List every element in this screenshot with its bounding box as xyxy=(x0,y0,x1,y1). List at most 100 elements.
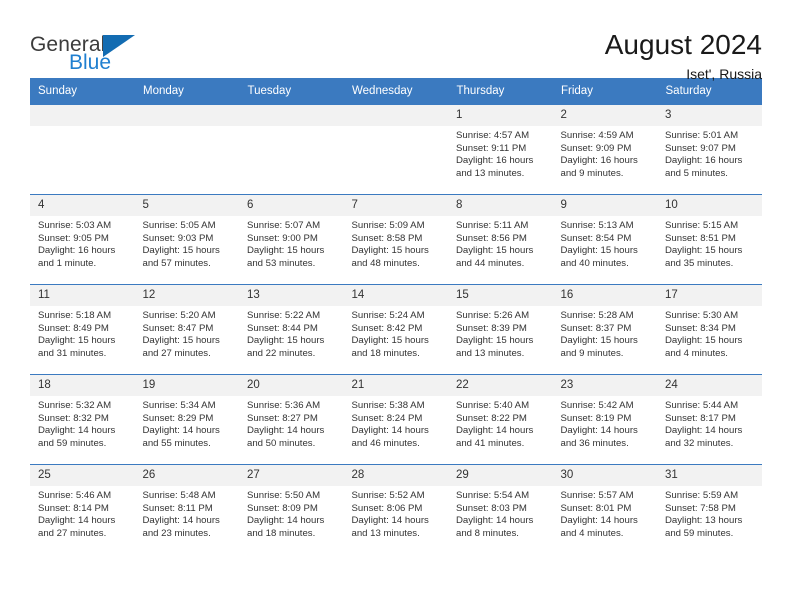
calendar-week-row: 25 Sunrise: 5:46 AM Sunset: 8:14 PM Dayligh… xyxy=(30,464,762,555)
day-details: Sunrise: 5:36 AM Sunset: 8:27 PM Daylight:… xyxy=(239,396,344,450)
calendar-day-cell[interactable]: 18 Sunrise: 5:32 AM Sunset: 8:32 PM Dayligh… xyxy=(30,374,135,465)
daylight-text-line2: and 35 minutes. xyxy=(665,257,734,269)
daylight-text-line1: Daylight: 15 hours xyxy=(456,245,534,257)
calendar-day-cell[interactable]: 17 Sunrise: 5:30 AM Sunset: 8:34 PM Dayligh… xyxy=(657,284,762,375)
sunrise-text: Sunrise: 5:01 AM xyxy=(665,130,739,141)
calendar-day-cell[interactable]: 7 Sunrise: 5:09 AM Sunset: 8:58 PM Daylight… xyxy=(343,194,449,285)
day-details: Sunrise: 5:34 AM Sunset: 8:29 PM Daylight:… xyxy=(135,396,240,450)
daylight-text-line2: and 23 minutes. xyxy=(142,527,211,539)
day-details: Sunrise: 5:30 AM Sunset: 8:34 PM Daylight:… xyxy=(657,306,762,360)
calendar-day-cell[interactable]: 11 Sunrise: 5:18 AM Sunset: 8:49 PM Dayligh… xyxy=(30,284,135,375)
calendar-day-cell[interactable]: 3 Sunrise: 5:01 AM Sunset: 9:07 PM Daylight… xyxy=(657,104,762,195)
day-number xyxy=(239,105,344,126)
sunset-text: Sunset: 8:56 PM xyxy=(456,232,527,244)
sunset-text: Sunset: 8:17 PM xyxy=(665,412,736,424)
sunset-text: Sunset: 8:03 PM xyxy=(456,502,527,514)
calendar-day-cell[interactable]: 13 Sunrise: 5:22 AM Sunset: 8:44 PM Dayligh… xyxy=(239,284,344,375)
daylight-text-line1: Daylight: 14 hours xyxy=(38,425,116,437)
page-title: August 2024 xyxy=(604,29,762,60)
sunset-text: Sunset: 9:03 PM xyxy=(142,232,214,244)
sunrise-text: Sunrise: 4:57 AM xyxy=(456,130,530,141)
daylight-text-line1: Daylight: 16 hours xyxy=(38,245,116,257)
calendar-day-cell[interactable]: 10 Sunrise: 5:15 AM Sunset: 8:51 PM Dayligh… xyxy=(657,194,762,285)
calendar-day-cell[interactable]: 29 Sunrise: 5:54 AM Sunset: 8:03 PM Dayligh… xyxy=(448,464,553,555)
calendar-day-cell[interactable]: 5 Sunrise: 5:05 AM Sunset: 9:03 PM Daylight… xyxy=(134,194,239,285)
calendar-day-cell[interactable]: 28 Sunrise: 5:52 AM Sunset: 8:06 PM Dayligh… xyxy=(343,464,449,555)
daylight-text-line2: and 46 minutes. xyxy=(351,437,420,449)
calendar-day-cell[interactable]: 8 Sunrise: 5:11 AM Sunset: 8:56 PM Daylight… xyxy=(448,194,553,285)
daylight-text-line2: and 55 minutes. xyxy=(142,437,211,449)
sunrise-text: Sunrise: 5:52 AM xyxy=(351,490,425,501)
calendar-day-cell[interactable]: 27 Sunrise: 5:50 AM Sunset: 8:09 PM Dayligh… xyxy=(239,464,344,555)
day-details: Sunrise: 5:57 AM Sunset: 8:01 PM Daylight:… xyxy=(553,486,658,540)
daylight-text-line2: and 13 minutes. xyxy=(351,527,420,539)
sunrise-text: Sunrise: 5:44 AM xyxy=(665,400,739,411)
calendar-day-cell[interactable]: 2 Sunrise: 4:59 AM Sunset: 9:09 PM Daylight… xyxy=(552,104,657,195)
day-details: Sunrise: 5:09 AM Sunset: 8:58 PM Daylight:… xyxy=(344,216,449,270)
calendar-day-cell[interactable]: 16 Sunrise: 5:28 AM Sunset: 8:37 PM Dayligh… xyxy=(552,284,658,375)
daylight-text-line2: and 13 minutes. xyxy=(456,167,525,179)
calendar-cell-empty xyxy=(239,104,344,195)
day-number: 15 xyxy=(448,285,553,306)
calendar-day-cell[interactable]: 21 Sunrise: 5:38 AM Sunset: 8:24 PM Dayligh… xyxy=(343,374,449,465)
daylight-text-line1: Daylight: 14 hours xyxy=(247,515,325,527)
sunset-text: Sunset: 8:29 PM xyxy=(142,412,214,424)
day-number: 13 xyxy=(239,285,344,306)
sunrise-text: Sunrise: 5:05 AM xyxy=(142,220,216,231)
calendar-day-cell[interactable]: 1 Sunrise: 4:57 AM Sunset: 9:11 PM Daylight… xyxy=(448,104,553,195)
daylight-text-line1: Daylight: 15 hours xyxy=(247,335,325,347)
calendar-day-cell[interactable]: 14 Sunrise: 5:24 AM Sunset: 8:42 PM Dayligh… xyxy=(343,284,448,375)
sunrise-text: Sunrise: 5:36 AM xyxy=(247,400,321,411)
calendar-day-cell[interactable]: 6 Sunrise: 5:07 AM Sunset: 9:00 PM Daylight… xyxy=(239,194,344,285)
sunset-text: Sunset: 8:14 PM xyxy=(38,502,109,514)
day-details: Sunrise: 5:52 AM Sunset: 8:06 PM Daylight:… xyxy=(344,486,449,540)
calendar-day-cell[interactable]: 9 Sunrise: 5:13 AM Sunset: 8:54 PM Daylight… xyxy=(552,194,657,285)
sunrise-text: Sunrise: 5:40 AM xyxy=(456,400,530,411)
day-number: 3 xyxy=(657,105,762,126)
daylight-text-line2: and 57 minutes. xyxy=(142,257,211,269)
calendar-day-cell[interactable]: 20 Sunrise: 5:36 AM Sunset: 8:27 PM Dayligh… xyxy=(239,374,344,465)
calendar-cell-empty xyxy=(30,104,135,195)
day-details: Sunrise: 5:38 AM Sunset: 8:24 PM Daylight:… xyxy=(344,396,449,450)
sunset-text: Sunset: 9:11 PM xyxy=(456,142,527,154)
calendar-day-cell[interactable]: 31 Sunrise: 5:59 AM Sunset: 7:58 PM Dayligh… xyxy=(657,464,762,555)
day-details: Sunrise: 5:28 AM Sunset: 8:37 PM Daylight:… xyxy=(553,306,658,360)
calendar-week-row: 11 Sunrise: 5:18 AM Sunset: 8:49 PM Dayligh… xyxy=(30,284,762,375)
daylight-text-line1: Daylight: 15 hours xyxy=(247,245,325,257)
calendar-day-cell[interactable]: 24 Sunrise: 5:44 AM Sunset: 8:17 PM Dayligh… xyxy=(657,374,762,465)
sunrise-text: Sunrise: 5:26 AM xyxy=(456,310,530,321)
calendar-day-cell[interactable]: 22 Sunrise: 5:40 AM Sunset: 8:22 PM Dayligh… xyxy=(448,374,553,465)
day-number xyxy=(30,105,135,126)
daylight-text-line1: Daylight: 14 hours xyxy=(142,425,220,437)
day-number: 9 xyxy=(552,195,657,216)
daylight-text-line1: Daylight: 13 hours xyxy=(665,515,743,527)
calendar-day-cell[interactable]: 26 Sunrise: 5:48 AM Sunset: 8:11 PM Dayligh… xyxy=(134,464,239,555)
brand-logo[interactable]: General Blue xyxy=(30,30,136,73)
calendar-day-cell[interactable]: 4 Sunrise: 5:03 AM Sunset: 9:05 PM Daylight… xyxy=(30,194,135,285)
daylight-text-line1: Daylight: 14 hours xyxy=(247,425,325,437)
calendar-day-cell[interactable]: 23 Sunrise: 5:42 AM Sunset: 8:19 PM Dayligh… xyxy=(552,374,657,465)
daylight-text-line1: Daylight: 14 hours xyxy=(456,425,534,437)
weekday-header-monday: Monday xyxy=(134,78,240,105)
sunrise-text: Sunrise: 5:20 AM xyxy=(142,310,216,321)
day-number: 2 xyxy=(552,105,657,126)
day-details: Sunrise: 5:50 AM Sunset: 8:09 PM Daylight:… xyxy=(239,486,344,540)
calendar-day-cell[interactable]: 19 Sunrise: 5:34 AM Sunset: 8:29 PM Dayligh… xyxy=(134,374,240,465)
page-header: General Blue August 2024 Iset', Russia xyxy=(30,0,762,83)
day-number: 27 xyxy=(239,465,344,486)
day-details: Sunrise: 4:57 AM Sunset: 9:11 PM Daylight:… xyxy=(448,126,553,180)
calendar-day-cell[interactable]: 25 Sunrise: 5:46 AM Sunset: 8:14 PM Dayligh… xyxy=(30,464,135,555)
day-details: Sunrise: 5:40 AM Sunset: 8:22 PM Daylight:… xyxy=(448,396,553,450)
sunset-text: Sunset: 8:01 PM xyxy=(560,502,632,514)
daylight-text-line1: Daylight: 14 hours xyxy=(665,425,743,437)
calendar-day-cell[interactable]: 30 Sunrise: 5:57 AM Sunset: 8:01 PM Dayligh… xyxy=(552,464,658,555)
calendar-day-cell[interactable]: 15 Sunrise: 5:26 AM Sunset: 8:39 PM Dayligh… xyxy=(448,284,553,375)
day-number: 19 xyxy=(134,375,239,396)
sunset-text: Sunset: 9:00 PM xyxy=(247,232,318,244)
daylight-text-line1: Daylight: 16 hours xyxy=(665,155,743,167)
calendar-day-cell[interactable]: 12 Sunrise: 5:20 AM Sunset: 8:47 PM Dayligh… xyxy=(134,284,239,375)
sunset-text: Sunset: 8:37 PM xyxy=(560,322,632,334)
sunrise-text: Sunrise: 5:13 AM xyxy=(560,220,634,231)
day-number: 29 xyxy=(448,465,553,486)
day-number: 21 xyxy=(343,375,448,396)
